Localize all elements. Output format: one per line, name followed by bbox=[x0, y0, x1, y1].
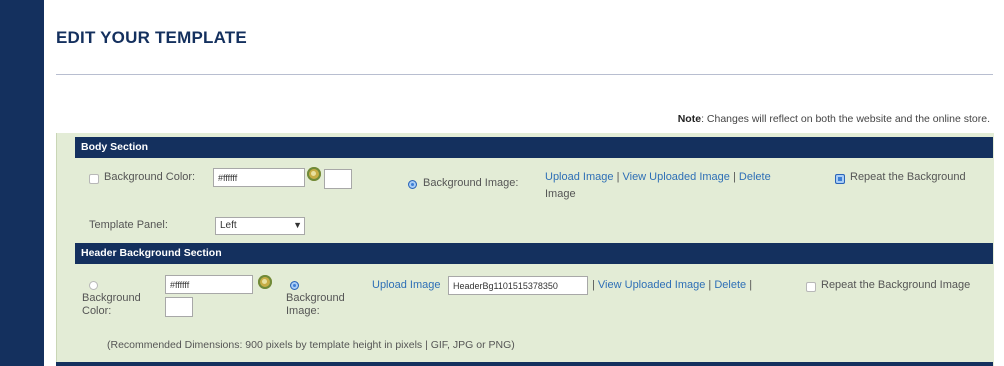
header-bg-image-label: Background Image: bbox=[286, 292, 345, 317]
template-panel-select[interactable]: Left ▼ bbox=[215, 217, 305, 235]
body-view-image-link[interactable]: View Uploaded Image bbox=[622, 171, 729, 183]
palette-icon[interactable] bbox=[307, 167, 321, 181]
page-title: EDIT YOUR TEMPLATE bbox=[56, 28, 247, 47]
note-label: Note bbox=[677, 113, 702, 125]
header-delete-image-link[interactable]: Delete bbox=[714, 279, 746, 291]
header-bg-color-radio[interactable] bbox=[89, 281, 98, 290]
header-upload-filename-input[interactable] bbox=[448, 276, 588, 295]
header-bg-image-radio[interactable] bbox=[290, 281, 299, 290]
palette-icon[interactable] bbox=[258, 275, 272, 289]
note-body: : Changes will reflect on both the websi… bbox=[701, 113, 990, 125]
body-bg-color-label: Background Color: bbox=[104, 171, 196, 183]
header-image-links: | View Uploaded Image | Delete | bbox=[592, 279, 753, 291]
header-bg-color-label: Background Color: bbox=[82, 292, 141, 317]
body-bg-image-radio[interactable] bbox=[408, 180, 417, 189]
body-repeat-bg-checkbox[interactable] bbox=[835, 174, 845, 184]
header-repeat-bg-checkbox[interactable] bbox=[806, 282, 816, 292]
body-bg-color-swatch[interactable] bbox=[324, 169, 352, 189]
header-upload-image-link[interactable]: Upload Image bbox=[372, 279, 441, 291]
template-panel-value: Left bbox=[220, 220, 237, 231]
header-view-image-link[interactable]: View Uploaded Image bbox=[598, 279, 705, 291]
template-panel-label: Template Panel: bbox=[89, 219, 168, 231]
body-bg-color-input[interactable] bbox=[213, 168, 305, 187]
note-text: Note: Changes will reflect on both the w… bbox=[678, 113, 990, 125]
body-delete-image-link[interactable]: Delete bbox=[739, 171, 771, 183]
body-image-links: Upload Image | View Uploaded Image | Del… bbox=[545, 171, 771, 200]
body-bg-image-label: Background Image: bbox=[423, 177, 519, 189]
header-repeat-bg-label: Repeat the Background Image bbox=[821, 279, 971, 291]
chevron-down-icon: ▼ bbox=[293, 220, 302, 230]
header-bg-section-header: Header Background Section bbox=[75, 243, 993, 264]
header-bg-color-input[interactable] bbox=[165, 275, 253, 294]
body-upload-image-link[interactable]: Upload Image bbox=[545, 171, 614, 183]
header-bg-color-swatch[interactable] bbox=[165, 297, 193, 317]
body-delete-image-link-cont: Image bbox=[545, 188, 576, 200]
recommended-dimensions-hint: (Recommended Dimensions: 900 pixels by t… bbox=[107, 339, 515, 351]
title-divider bbox=[56, 74, 993, 75]
next-section-bar bbox=[56, 362, 993, 366]
body-repeat-bg-label: Repeat the Background bbox=[850, 171, 966, 183]
body-section-header: Body Section bbox=[75, 137, 993, 158]
left-nav-bar bbox=[0, 0, 44, 366]
body-bg-color-checkbox[interactable] bbox=[89, 174, 99, 184]
